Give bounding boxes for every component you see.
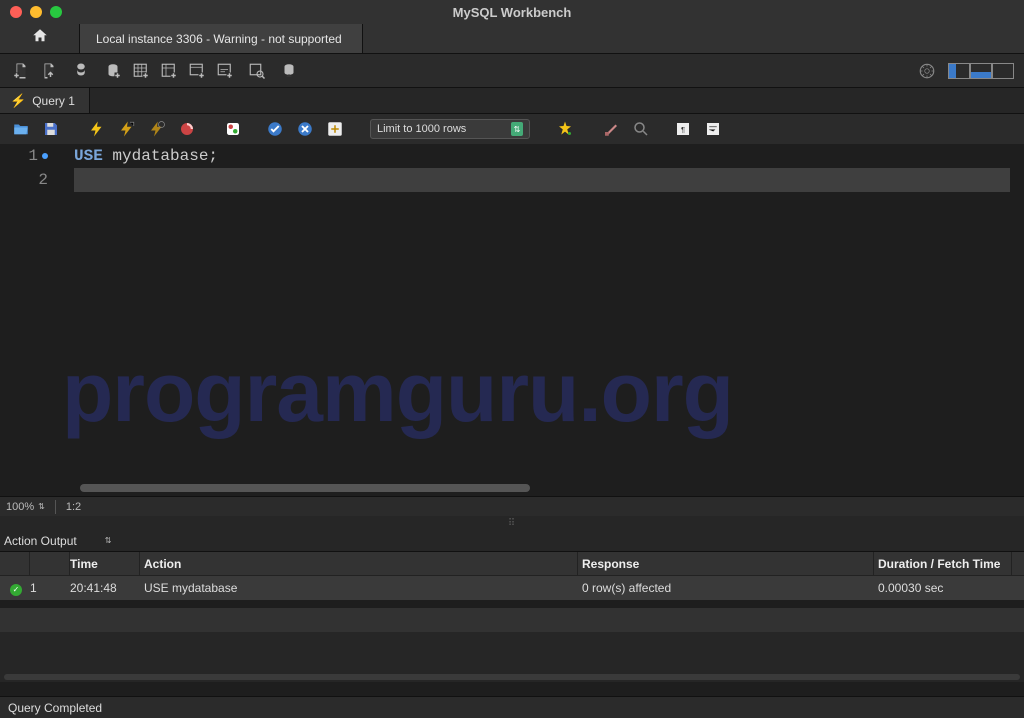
stop-icon[interactable] xyxy=(176,118,198,140)
editor-status-bar: 100% ⇅ 1:2 xyxy=(0,496,1024,516)
line-number: 2 xyxy=(38,171,48,189)
action-output-table: Time Action Response Duration / Fetch Ti… xyxy=(0,552,1024,682)
col-time[interactable]: Time xyxy=(70,552,140,575)
explain-icon[interactable] xyxy=(146,118,168,140)
main-toolbar xyxy=(0,54,1024,88)
row-index: 1 xyxy=(30,581,70,595)
create-procedure-icon[interactable] xyxy=(186,60,208,82)
window-minimize-button[interactable] xyxy=(30,6,42,18)
col-action[interactable]: Action xyxy=(140,552,578,575)
reconnect-icon[interactable] xyxy=(278,60,300,82)
toggle-wrap-icon[interactable] xyxy=(702,118,724,140)
grip-icon: ⠿ xyxy=(508,518,516,529)
output-type-label: Action Output xyxy=(4,534,77,548)
toggle-bottom-panel-button[interactable] xyxy=(970,63,992,79)
window-maximize-button[interactable] xyxy=(50,6,62,18)
query-tab-bar: ⚡ Query 1 xyxy=(0,88,1024,114)
settings-gear-icon[interactable] xyxy=(916,60,938,82)
sql-keyword: USE xyxy=(74,147,103,165)
open-sql-file-icon[interactable] xyxy=(38,60,60,82)
row-duration: 0.00030 sec xyxy=(874,581,1012,595)
lightning-icon: ⚡ xyxy=(10,93,26,109)
breakpoint-dot-icon xyxy=(42,153,48,159)
home-icon xyxy=(30,27,50,50)
empty-row xyxy=(0,608,1024,632)
line-number: 1 xyxy=(28,147,38,165)
execute-icon[interactable] xyxy=(86,118,108,140)
output-horizontal-scrollbar[interactable] xyxy=(0,672,1024,682)
toggle-left-panel-button[interactable] xyxy=(948,63,970,79)
create-table-icon[interactable] xyxy=(130,60,152,82)
code-area[interactable]: USE mydatabase; xyxy=(74,144,1010,496)
svg-text:¶: ¶ xyxy=(681,125,685,134)
query-toolbar: Limit to 1000 rows ⇅ ¶ xyxy=(0,114,1024,144)
zoom-chevron-icon[interactable]: ⇅ xyxy=(38,502,45,511)
connection-tab[interactable]: Local instance 3306 - Warning - not supp… xyxy=(80,24,363,53)
col-duration[interactable]: Duration / Fetch Time xyxy=(874,552,1012,575)
create-view-icon[interactable] xyxy=(158,60,180,82)
titlebar: MySQL Workbench xyxy=(0,0,1024,24)
connection-tab-label: Local instance 3306 - Warning - not supp… xyxy=(96,32,342,46)
commit-icon[interactable] xyxy=(264,118,286,140)
inspector-icon[interactable] xyxy=(70,60,92,82)
cursor-position: 1:2 xyxy=(66,501,81,513)
table-row[interactable]: 1 20:41:48 USE mydatabase 0 row(s) affec… xyxy=(0,576,1024,600)
sql-text: mydatabase; xyxy=(103,147,218,165)
home-tab[interactable] xyxy=(0,24,80,53)
status-bar: Query Completed xyxy=(0,696,1024,718)
row-response: 0 row(s) affected xyxy=(578,581,874,595)
col-response[interactable]: Response xyxy=(578,552,874,575)
panel-splitter[interactable]: ⠿ xyxy=(0,516,1024,530)
status-text: Query Completed xyxy=(8,701,102,715)
dropdown-chevron-icon: ⇅ xyxy=(511,122,523,136)
toggle-right-panel-button[interactable] xyxy=(992,63,1014,79)
status-success-icon xyxy=(10,584,22,596)
query-tab-label: Query 1 xyxy=(32,94,75,108)
query-tab[interactable]: ⚡ Query 1 xyxy=(0,88,90,113)
save-file-icon[interactable] xyxy=(40,118,62,140)
search-table-data-icon[interactable] xyxy=(246,60,268,82)
open-file-icon[interactable] xyxy=(10,118,32,140)
toggle-autocommit-icon[interactable] xyxy=(222,118,244,140)
row-time: 20:41:48 xyxy=(70,581,140,595)
line-gutter: 1 2 xyxy=(0,144,54,496)
search-icon[interactable] xyxy=(630,118,652,140)
beautify-icon[interactable] xyxy=(554,118,576,140)
rollback-icon[interactable] xyxy=(294,118,316,140)
create-schema-icon[interactable] xyxy=(102,60,124,82)
row-limit-select[interactable]: Limit to 1000 rows ⇅ xyxy=(370,119,530,139)
output-panel-header: Action Output ⇅ xyxy=(0,530,1024,552)
connection-tab-bar: Local instance 3306 - Warning - not supp… xyxy=(0,24,1024,54)
toggle-limit-icon[interactable] xyxy=(324,118,346,140)
execute-current-icon[interactable] xyxy=(116,118,138,140)
window-title: MySQL Workbench xyxy=(453,5,572,20)
row-action: USE mydatabase xyxy=(140,581,578,595)
zoom-level: 100% xyxy=(6,501,34,513)
row-limit-label: Limit to 1000 rows xyxy=(377,123,466,135)
window-close-button[interactable] xyxy=(10,6,22,18)
output-type-select[interactable]: Action Output ⇅ xyxy=(4,534,111,548)
sql-editor[interactable]: 1 2 USE mydatabase; programguru.org xyxy=(0,144,1024,496)
table-header-row: Time Action Response Duration / Fetch Ti… xyxy=(0,552,1024,576)
create-function-icon[interactable] xyxy=(214,60,236,82)
new-sql-tab-icon[interactable] xyxy=(10,60,32,82)
find-replace-icon[interactable] xyxy=(600,118,622,140)
dropdown-chevron-icon: ⇅ xyxy=(105,536,112,545)
editor-horizontal-scrollbar[interactable] xyxy=(80,484,530,492)
toggle-invisible-icon[interactable]: ¶ xyxy=(672,118,694,140)
